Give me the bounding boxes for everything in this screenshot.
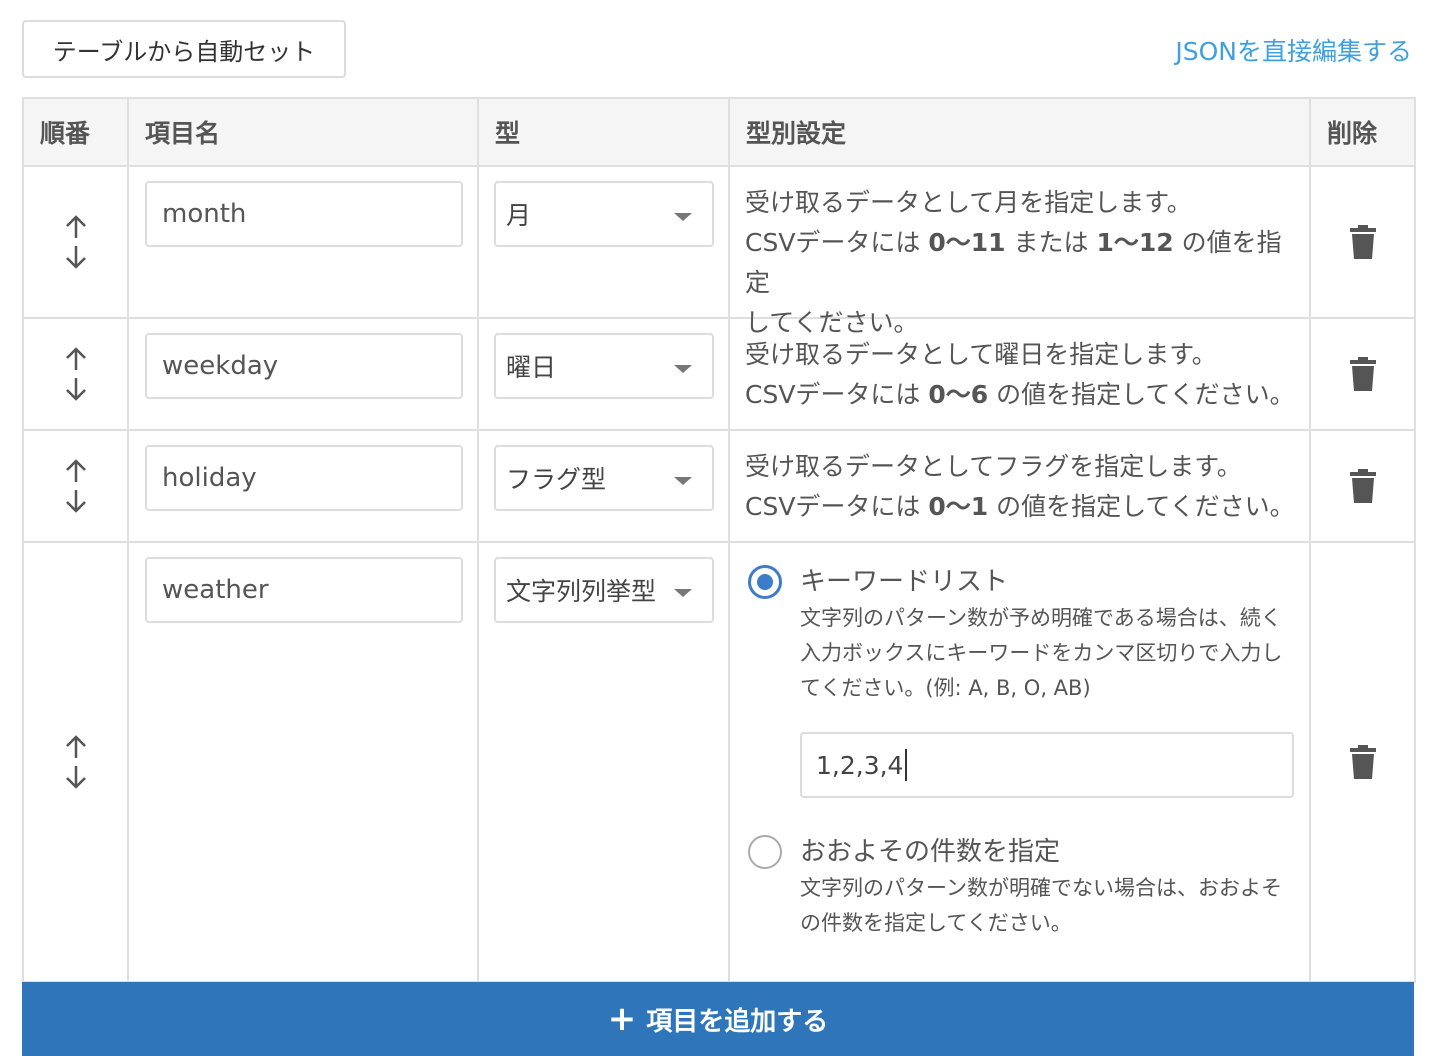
description-line: CSVデータには 0〜1 の値を指定してください。 <box>745 487 1299 527</box>
order-cell <box>22 165 129 319</box>
table-row: holiday フラグ型 受け取るデータとしてフラグを指定します。 CSVデータ… <box>22 429 1416 543</box>
trash-icon[interactable] <box>1349 469 1376 503</box>
type-description: 受け取るデータとして曜日を指定します。 CSVデータには 0〜6 の値を指定して… <box>745 335 1299 415</box>
field-table: 順番 項目名 型 型別設定 削除 month 月 受け取るデータとして月を指定し… <box>22 97 1416 983</box>
field-name-input[interactable]: holiday <box>145 445 463 511</box>
type-select-value: フラグ型 <box>506 465 607 494</box>
delete-cell <box>1309 165 1416 319</box>
header-field-name: 項目名 <box>127 97 479 167</box>
field-name-input[interactable]: weather <box>145 557 463 623</box>
delete-cell <box>1309 541 1416 983</box>
type-cell: フラグ型 <box>477 429 730 543</box>
arrow-up-icon[interactable] <box>64 346 88 372</box>
type-select[interactable]: 月 <box>494 181 714 247</box>
arrow-up-icon[interactable] <box>64 214 88 240</box>
type-select[interactable]: 文字列列挙型 <box>494 557 714 623</box>
reorder-handle[interactable] <box>24 346 127 402</box>
keyword-list-value: 1,2,3,4 <box>816 750 904 780</box>
header-delete: 削除 <box>1309 97 1416 167</box>
text-cursor <box>905 749 908 781</box>
chevron-down-icon <box>674 589 692 597</box>
type-select[interactable]: フラグ型 <box>494 445 714 511</box>
description-line: 受け取るデータとして月を指定します。 <box>745 188 1192 217</box>
arrow-up-icon[interactable] <box>64 734 88 760</box>
description-line: CSVデータには 0〜11 または 1〜12 の値を指定 <box>745 223 1299 303</box>
type-cell: 曜日 <box>477 317 730 431</box>
edit-json-link[interactable]: JSONを直接編集する <box>1175 32 1412 68</box>
value-range: 0〜11 <box>928 228 1006 257</box>
description-text: の値を指定してください。 <box>988 380 1295 409</box>
reorder-handle[interactable] <box>24 214 127 270</box>
reorder-handle[interactable] <box>24 458 127 514</box>
option-description: 文字列のパターン数が予め明確である場合は、続く入力ボックスにキーワードをカンマ区… <box>800 606 1283 700</box>
auto-set-from-table-button[interactable]: テーブルから自動セット <box>22 20 346 78</box>
description-line: 受け取るデータとしてフラグを指定します。 <box>745 452 1242 481</box>
option-title: おおよその件数を指定 <box>800 837 1061 867</box>
table-row: month 月 受け取るデータとして月を指定します。 CSVデータには 0〜11… <box>22 165 1416 337</box>
reorder-handle[interactable] <box>24 734 127 790</box>
description-line: CSVデータには 0〜6 の値を指定してください。 <box>745 375 1299 415</box>
type-select-value: 曜日 <box>506 353 557 382</box>
header-order: 順番 <box>22 97 129 167</box>
trash-icon[interactable] <box>1349 357 1376 391</box>
order-cell <box>22 317 129 431</box>
type-cell: 月 <box>477 165 730 319</box>
name-cell: weekday <box>127 317 479 431</box>
trash-icon[interactable] <box>1349 745 1376 779</box>
value-range: 0〜1 <box>928 492 989 521</box>
arrow-up-icon[interactable] <box>64 458 88 484</box>
trash-icon[interactable] <box>1349 225 1376 259</box>
chevron-down-icon <box>674 365 692 373</box>
description-line: 受け取るデータとして曜日を指定します。 <box>745 340 1217 369</box>
description-text: CSVデータには <box>745 380 929 409</box>
delete-cell <box>1309 429 1416 543</box>
radio-button[interactable] <box>748 835 782 869</box>
name-cell: weather <box>127 541 479 983</box>
add-field-label: 項目を追加する <box>646 1006 829 1037</box>
name-cell: month <box>127 165 479 319</box>
header-type: 型 <box>477 97 730 167</box>
chevron-down-icon <box>674 213 692 221</box>
chevron-down-icon <box>674 477 692 485</box>
table-row: weekday 曜日 受け取るデータとして曜日を指定します。 CSVデータには … <box>22 317 1416 431</box>
order-cell <box>22 429 129 543</box>
table-header-row: 順番 項目名 型 型別設定 削除 <box>22 97 1416 167</box>
description-text: CSVデータには <box>745 228 929 257</box>
keyword-list-input[interactable]: 1,2,3,4 <box>800 732 1294 798</box>
value-range: 0〜6 <box>928 380 989 409</box>
order-cell <box>22 541 129 983</box>
type-settings-cell: 受け取るデータとしてフラグを指定します。 CSVデータには 0〜1 の値を指定し… <box>728 429 1311 543</box>
type-settings-cell: 受け取るデータとして曜日を指定します。 CSVデータには 0〜6 の値を指定して… <box>728 317 1311 431</box>
radio-button-selected[interactable] <box>748 565 782 599</box>
option-description: 文字列のパターン数が明確でない場合は、おおよその件数を指定してください。 <box>800 876 1282 935</box>
description-text: または <box>1005 228 1097 257</box>
type-settings-cell: 受け取るデータとして月を指定します。 CSVデータには 0〜11 または 1〜1… <box>728 165 1311 337</box>
description-text: の値を指定してください。 <box>988 492 1295 521</box>
description-text: CSVデータには <box>745 492 929 521</box>
add-field-button[interactable]: + 項目を追加する <box>22 982 1414 1056</box>
type-settings-cell: キーワードリスト 文字列のパターン数が予め明確である場合は、続く入力ボックスにキ… <box>728 541 1311 983</box>
arrow-down-icon[interactable] <box>64 376 88 402</box>
arrow-down-icon[interactable] <box>64 244 88 270</box>
value-range: 1〜12 <box>1096 228 1174 257</box>
field-name-input[interactable]: month <box>145 181 463 247</box>
type-select-value: 文字列列挙型 <box>506 577 657 606</box>
plus-icon: + <box>607 999 637 1039</box>
type-select[interactable]: 曜日 <box>494 333 714 399</box>
delete-cell <box>1309 317 1416 431</box>
name-cell: holiday <box>127 429 479 543</box>
option-title: キーワードリスト <box>800 567 1009 597</box>
type-select-value: 月 <box>506 201 532 230</box>
header-type-settings: 型別設定 <box>728 97 1311 167</box>
arrow-down-icon[interactable] <box>64 488 88 514</box>
table-row: weather 文字列列挙型 キーワードリスト 文字列のパターン数が予め明確であ… <box>22 541 1416 983</box>
arrow-down-icon[interactable] <box>64 764 88 790</box>
field-name-input[interactable]: weekday <box>145 333 463 399</box>
type-description: 受け取るデータとしてフラグを指定します。 CSVデータには 0〜1 の値を指定し… <box>745 447 1299 527</box>
type-cell: 文字列列挙型 <box>477 541 730 983</box>
